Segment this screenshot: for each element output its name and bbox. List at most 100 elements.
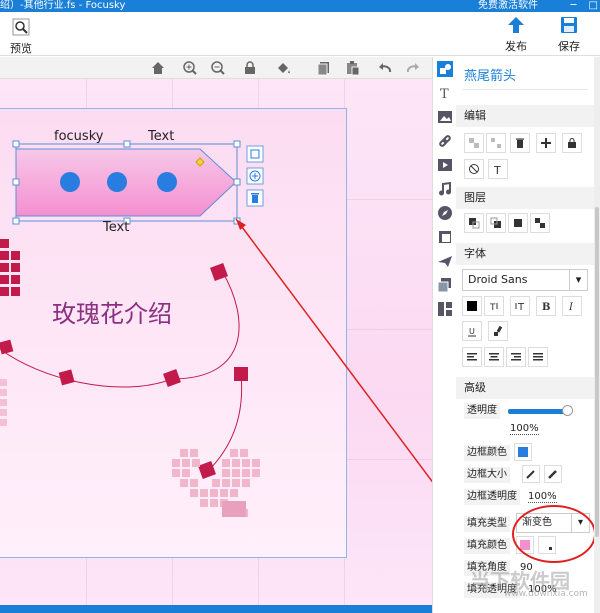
main-toolbar: 预览 发布 保存 [0,12,600,56]
bring-front-button[interactable] [464,213,484,233]
color-swatch-icon [518,447,528,457]
send-back-icon [535,218,545,228]
register-link[interactable]: 免费激活软件 [478,0,538,12]
redo-icon[interactable] [405,60,421,76]
lock-icon[interactable] [242,60,258,76]
panel-title: 燕尾箭头 [464,69,517,84]
font-family-select[interactable]: Droid Sans ▾ [462,269,588,291]
lock-button[interactable] [562,133,582,153]
send-back-button[interactable] [530,213,550,233]
window-title: 绍）-其他行业.fs - Focusky [0,0,126,11]
bold-icon: B [542,302,550,312]
svg-text:B: B [542,302,550,312]
svg-text:U: U [469,327,475,336]
editing-canvas[interactable]: focusky Text Text 玫瑰花介绍 [0,79,432,605]
resize-shape-icon[interactable] [246,145,264,163]
canvas-toolbar [0,57,432,79]
app-window: 绍）-其他行业.fs - Focusky 免费激活软件 ─ □ 预览 发布 保存… [0,0,600,613]
fill-type-label: 填充类型 [464,516,510,532]
plus-icon [541,138,551,148]
font-size-down-button[interactable]: T [484,296,504,316]
background-tool-icon[interactable] [437,229,453,245]
group-icon [469,138,479,148]
flight-tool-icon[interactable] [437,253,453,269]
justify-button[interactable] [528,347,548,367]
font-size-down-icon: T [489,303,498,312]
ungroup-button[interactable] [486,133,506,153]
align-left-button[interactable] [462,347,482,367]
replace-icon [469,164,479,174]
border-color-swatch[interactable] [514,443,532,461]
save-button[interactable]: 保存 [558,16,580,54]
panel-scrollbar[interactable] [594,57,600,613]
zoom-in-icon[interactable] [182,60,198,76]
publish-button[interactable]: 发布 [505,16,527,54]
bring-forward-button[interactable] [486,213,506,233]
font-color-button[interactable] [462,296,482,316]
paste-icon[interactable] [344,60,360,76]
svg-text:I: I [568,302,574,312]
preview-button[interactable]: 预览 [10,18,32,56]
copy-icon[interactable] [316,60,332,76]
scrollbar-thumb[interactable] [595,207,599,537]
minimize-icon[interactable]: ─ [571,0,577,12]
group-button[interactable] [464,133,484,153]
compass-tool-icon[interactable] [437,205,453,221]
canvas-graphics [0,140,432,517]
italic-icon: I [568,302,574,312]
fill-color-label: 填充颜色 [464,538,510,554]
swallowtail-arrow-shape[interactable] [12,140,241,225]
lock-small-icon [568,138,576,148]
home-icon[interactable] [150,60,166,76]
text-tool-icon[interactable]: T [437,85,453,101]
watermark-url: www.downxia.com [504,589,588,599]
chevron-down-icon[interactable]: ▾ [569,270,587,290]
svg-text:T: T [493,164,501,175]
bold-button[interactable]: B [536,296,556,316]
undo-icon[interactable] [377,60,393,76]
opacity-slider-handle[interactable] [562,405,573,416]
video-tool-icon[interactable] [437,157,453,173]
zoom-out-icon[interactable] [210,60,226,76]
bring-front-icon [469,218,480,229]
arrow-label-top-right[interactable]: Text [148,129,174,144]
align-right-icon [511,353,521,361]
opacity-slider[interactable] [508,409,570,414]
border-opacity-value[interactable]: 100% [528,491,557,503]
title-bar: 绍）-其他行业.fs - Focusky 免费激活软件 ─ □ [0,0,600,12]
preview-label: 预览 [10,42,32,55]
svg-text:T: T [440,87,449,101]
border-size-decrease[interactable] [522,465,540,483]
font-size-up-button[interactable]: T [510,296,530,316]
arrow-label-bottom[interactable]: Text [103,220,129,235]
pixel-heart [172,449,260,517]
border-size-increase[interactable] [544,465,562,483]
opacity-value[interactable]: 100% [510,423,539,435]
add-button[interactable] [536,133,556,153]
align-right-button[interactable] [506,347,526,367]
paint-bucket-icon[interactable] [275,60,291,76]
maximize-icon[interactable]: □ [589,0,598,12]
slide-heading[interactable]: 玫瑰花介绍 [52,294,172,329]
send-backward-button[interactable] [508,213,528,233]
format-brush-button[interactable] [488,321,508,341]
font-size-up-icon: T [515,302,525,312]
text-edit-button[interactable]: T [488,159,508,179]
link-tool-icon[interactable] [437,133,453,149]
layers-tool-icon[interactable] [437,277,453,293]
layout-tool-icon[interactable] [437,301,453,317]
delete-shape-icon[interactable] [246,189,264,207]
align-center-button[interactable] [484,347,504,367]
underline-icon: U [468,327,476,337]
music-tool-icon[interactable] [437,181,453,197]
svg-text:T: T [517,302,525,312]
arrow-label-top-left[interactable]: focusky [54,129,103,144]
add-shape-icon[interactable] [246,167,264,185]
image-tool-icon[interactable] [437,109,453,125]
delete-button[interactable] [510,133,530,153]
italic-button[interactable]: I [562,296,582,316]
replace-button[interactable] [464,159,484,179]
shape-tool-icon[interactable] [437,61,453,77]
underline-button[interactable]: U [462,321,482,341]
align-center-icon [489,353,499,361]
